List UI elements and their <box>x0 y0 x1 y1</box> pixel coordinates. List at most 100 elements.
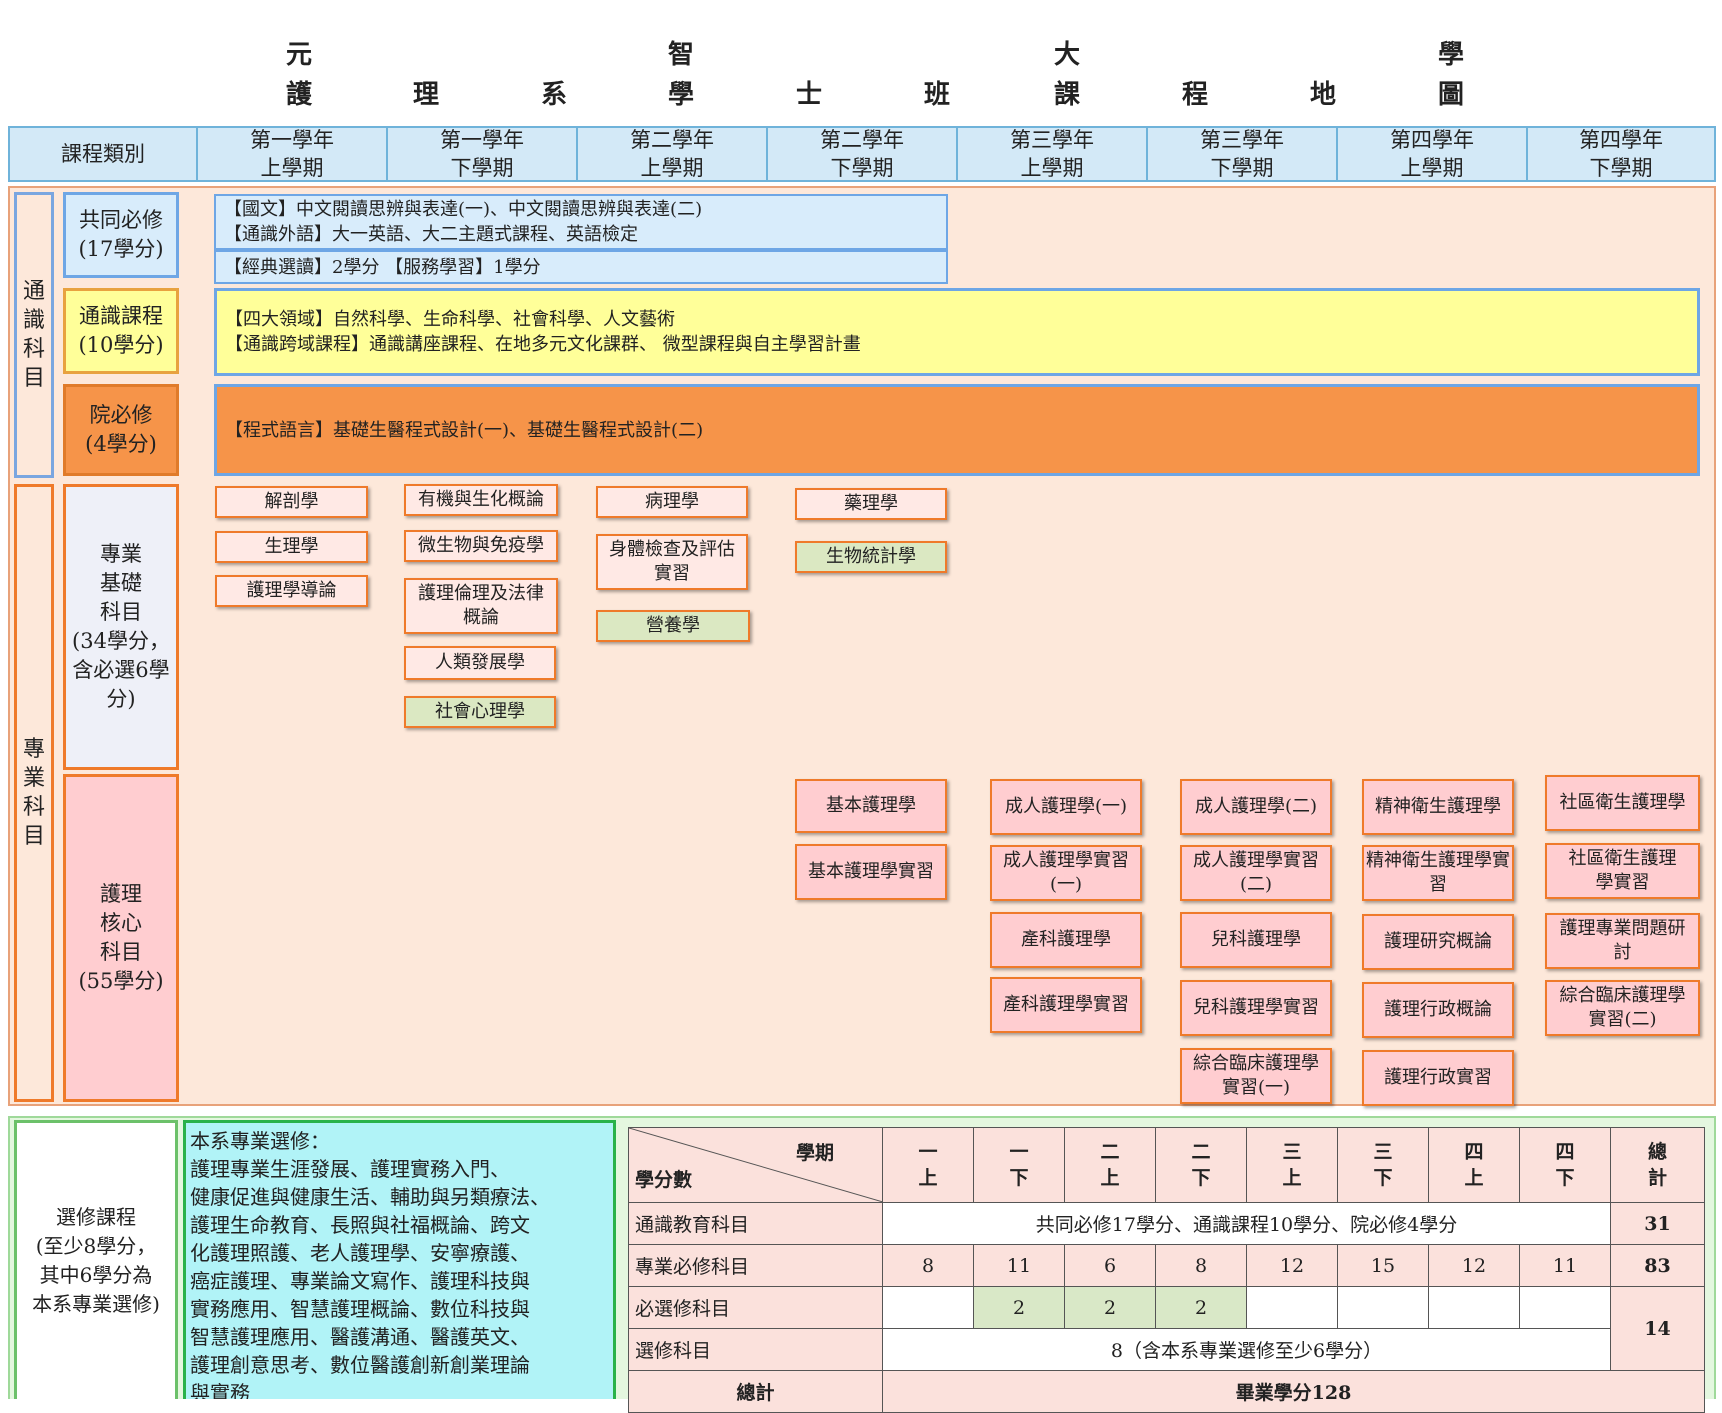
category-label: 核心 <box>100 911 142 935</box>
semester-header-4: 第二學年 下學期 <box>768 126 956 182</box>
semester-col-header: 一下 <box>973 1127 1065 1203</box>
grand-total-label: 總計 <box>628 1370 883 1413</box>
col-year: 三 <box>1373 1141 1393 1163</box>
course-label: 基本護理學 <box>826 795 916 816</box>
course-label: 生理學 <box>264 536 319 557</box>
title-char: 士 <box>795 80 825 110</box>
semester-col-header: 三上 <box>1246 1127 1338 1203</box>
general-education-group-label: 通 識 科 目 <box>14 192 54 478</box>
credits-table: 學期 學分數 一上 一下 二上 二下 三上 三下 四上 四下 總計 通識教育科目… <box>628 1127 1705 1413</box>
credit-cell: 2 <box>973 1286 1065 1329</box>
title-char: 課 <box>1053 80 1083 110</box>
graduation-credits: 畢業學分128 <box>882 1370 1705 1413</box>
corner-bottom-label: 學分數 <box>635 1169 693 1191</box>
course-label: 生物統計學 <box>826 546 916 567</box>
elective-line: 癌症護理、專業論文寫作、護理科技與 <box>190 1269 530 1293</box>
col-year: 四 <box>1464 1141 1484 1163</box>
professional-group-label: 專 業 科 目 <box>14 484 54 1102</box>
course-pediatric-nursing-practicum: 兒科護理學實習 <box>1180 980 1332 1036</box>
semester-col-header: 一上 <box>882 1127 974 1203</box>
col-term: 上 <box>1464 1167 1484 1189</box>
course-label: 精神衛生護理學實習 <box>1366 850 1510 895</box>
elective-line: 與實務 <box>190 1381 250 1399</box>
credit-cell <box>1246 1286 1338 1329</box>
category-credits: 分) <box>106 687 136 711</box>
title-char: 圖 <box>1437 80 1467 110</box>
col-term: 下 <box>1555 1167 1575 1189</box>
table-row: 通識教育科目 共同必修17學分、通識課程10學分、院必修4學分 31 <box>628 1202 1705 1245</box>
credit-cell: 2 <box>1064 1286 1156 1329</box>
course-nursing-administration: 護理行政概論 <box>1362 982 1514 1038</box>
corner-top-label: 學期 <box>795 1142 834 1164</box>
elective-line: 本系專業選修： <box>190 1129 330 1153</box>
title-char: 元 <box>285 40 315 70</box>
course-label: 社區衛生護理學實習 <box>1568 848 1677 893</box>
category-credits: (55學分) <box>78 969 164 993</box>
elective-line: 實務應用、智慧護理概論、數位科技與 <box>190 1297 530 1321</box>
semester-year: 第四學年 <box>1390 128 1474 152</box>
vertical-char: 業 <box>22 766 45 791</box>
course-label: 成人護理學(一) <box>1004 796 1128 817</box>
credit-cell <box>1519 1286 1611 1329</box>
elective-line: 健康促進與健康生活、輔助與另類療法、 <box>190 1185 550 1209</box>
category-credits: (34學分， <box>72 629 170 653</box>
elective-line: 護理創意思考、數位醫護創新創業理論 <box>190 1353 530 1377</box>
credit-cell: 2 <box>1155 1286 1247 1329</box>
title-char: 班 <box>923 80 953 110</box>
course-biostatistics: 生物統計學 <box>795 541 947 573</box>
category-label: 科目 <box>100 940 142 964</box>
course-label: 產科護理學 <box>1021 929 1111 950</box>
course-line: 【通識外語】大一英語、大二主題式課程、英語檢定 <box>224 224 638 245</box>
col-year: 二 <box>1191 1141 1211 1163</box>
semester-year: 第四學年 <box>1579 128 1663 152</box>
title-char: 地 <box>1309 80 1339 110</box>
col-term: 下 <box>1373 1167 1393 1189</box>
semester-col-header: 四上 <box>1428 1127 1520 1203</box>
row-total: 83 <box>1610 1244 1705 1287</box>
course-nursing-ethics-law: 護理倫理及法律概論 <box>404 578 558 634</box>
category-label: 共同必修 <box>79 208 163 232</box>
category-credits: (至少8學分， <box>35 1234 157 1258</box>
course-nursing-administration-practicum: 護理行政實習 <box>1362 1050 1514 1106</box>
col-term: 下 <box>1009 1167 1029 1189</box>
col-total: 總 <box>1647 1141 1667 1163</box>
row-total: 31 <box>1610 1202 1705 1245</box>
course-nursing-research: 護理研究概論 <box>1362 914 1514 970</box>
vertical-char: 科 <box>22 795 45 820</box>
general-credits-summary: 共同必修17學分、通識課程10學分、院必修4學分 <box>882 1202 1611 1245</box>
course-label: 綜合臨床護理學實習(二) <box>1559 985 1686 1030</box>
category-label: 院必修 <box>89 403 153 427</box>
corner-cell: 學期 學分數 <box>628 1127 883 1203</box>
semester-header-2: 第一學年 下學期 <box>388 126 576 182</box>
elective-line: 智慧護理應用、醫護溝通、醫護英文、 <box>190 1325 530 1349</box>
category-credits: 含必選6學 <box>72 658 170 682</box>
title-char: 學 <box>1437 40 1467 70</box>
elective-line: 護理生命教育、長照與社福概論、跨文 <box>190 1213 530 1237</box>
course-professional-issues-seminar: 護理專業問題研討 <box>1545 913 1700 969</box>
course-label: 人類發展學 <box>435 652 525 673</box>
course-obstetric-nursing-practicum: 產科護理學實習 <box>990 977 1142 1033</box>
credit-cell: 6 <box>1064 1244 1156 1287</box>
semester-col-header: 二下 <box>1155 1127 1247 1203</box>
course-line: 【國文】中文閱讀思辨與表達(一)、中文閱讀思辨與表達(二) <box>224 199 703 220</box>
semester-term: 下學期 <box>1210 156 1274 180</box>
title-char: 學 <box>667 80 697 110</box>
course-organic-biochem: 有機與生化概論 <box>404 484 558 516</box>
course-social-psychology: 社會心理學 <box>404 696 556 728</box>
category-credits: (10學分) <box>78 333 164 357</box>
credit-cell <box>882 1286 974 1329</box>
basic-subjects-category: 專業 基礎 科目 (34學分， 含必選6學 分) <box>63 484 179 770</box>
col-year: 四 <box>1555 1141 1575 1163</box>
course-label: 護理倫理及法律概論 <box>418 583 544 628</box>
course-human-development: 人類發展學 <box>404 646 556 680</box>
course-label: 護理研究概論 <box>1384 931 1492 952</box>
category-label: 護理 <box>100 882 142 906</box>
col-term: 上 <box>1100 1167 1120 1189</box>
title-char: 大 <box>1053 40 1083 70</box>
course-label: 藥理學 <box>844 493 898 514</box>
course-label: 兒科護理學實習 <box>1193 997 1319 1018</box>
row-label: 必選修科目 <box>628 1286 883 1329</box>
core-subjects-category: 護理 核心 科目 (55學分) <box>63 774 179 1102</box>
semester-term: 上學期 <box>640 156 704 180</box>
semester-term: 下學期 <box>830 156 894 180</box>
